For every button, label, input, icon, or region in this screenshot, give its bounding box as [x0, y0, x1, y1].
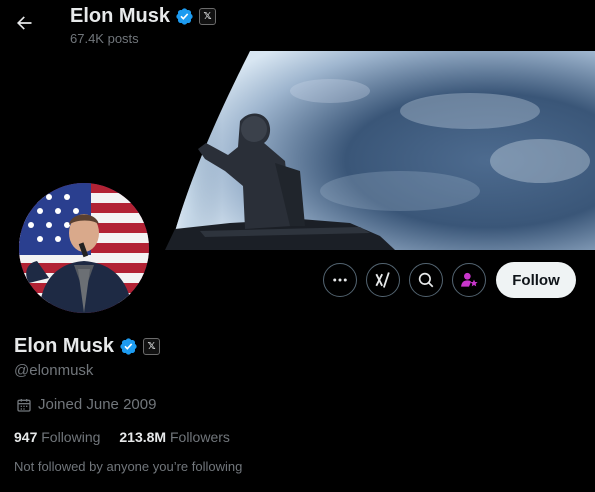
- following-count: 947: [14, 429, 38, 445]
- back-button[interactable]: [10, 9, 38, 37]
- profile-handle: @elonmusk: [14, 362, 94, 379]
- post-count: 67.4K posts: [70, 31, 139, 46]
- subscribe-icon: [461, 272, 478, 287]
- calendar-icon: [17, 398, 31, 412]
- x-affiliation-badge[interactable]: 𝕏: [143, 338, 161, 355]
- more-button[interactable]: [323, 263, 357, 297]
- top-bar: Elon Musk 𝕏 67.4K posts: [0, 0, 595, 51]
- search-button[interactable]: [409, 263, 443, 297]
- follow-stats: 947 Following 213.8M Followers: [14, 429, 230, 445]
- verified-icon: [176, 8, 193, 25]
- followers-count: 213.8M: [119, 429, 167, 445]
- header-name: Elon Musk: [70, 5, 171, 27]
- followers-link[interactable]: 213.8M Followers: [119, 429, 230, 445]
- grok-icon: [375, 272, 390, 288]
- following-label: Following: [41, 429, 101, 445]
- grok-button[interactable]: [366, 263, 400, 297]
- search-icon: [418, 272, 434, 288]
- profile-name-row: Elon Musk 𝕏: [14, 335, 161, 358]
- follow-button[interactable]: Follow: [496, 262, 576, 298]
- following-link[interactable]: 947 Following: [14, 429, 100, 445]
- profile-avatar[interactable]: [16, 180, 152, 316]
- joined-date: Joined June 2009: [16, 396, 156, 413]
- followers-label: Followers: [169, 429, 230, 445]
- joined-text: Joined June 2009: [38, 396, 157, 413]
- more-icon: [333, 278, 347, 282]
- subscribe-button[interactable]: [452, 263, 486, 297]
- profile-name: Elon Musk: [14, 335, 115, 357]
- mutual-followers-note: Not followed by anyone you’re following: [14, 459, 243, 474]
- header-name-row: Elon Musk 𝕏: [70, 5, 217, 28]
- profile-actions: Follow: [323, 262, 576, 298]
- back-arrow-icon: [17, 16, 32, 30]
- verified-icon[interactable]: [119, 337, 138, 356]
- avatar-image: [19, 183, 149, 313]
- x-affiliation-badge[interactable]: 𝕏: [199, 8, 217, 25]
